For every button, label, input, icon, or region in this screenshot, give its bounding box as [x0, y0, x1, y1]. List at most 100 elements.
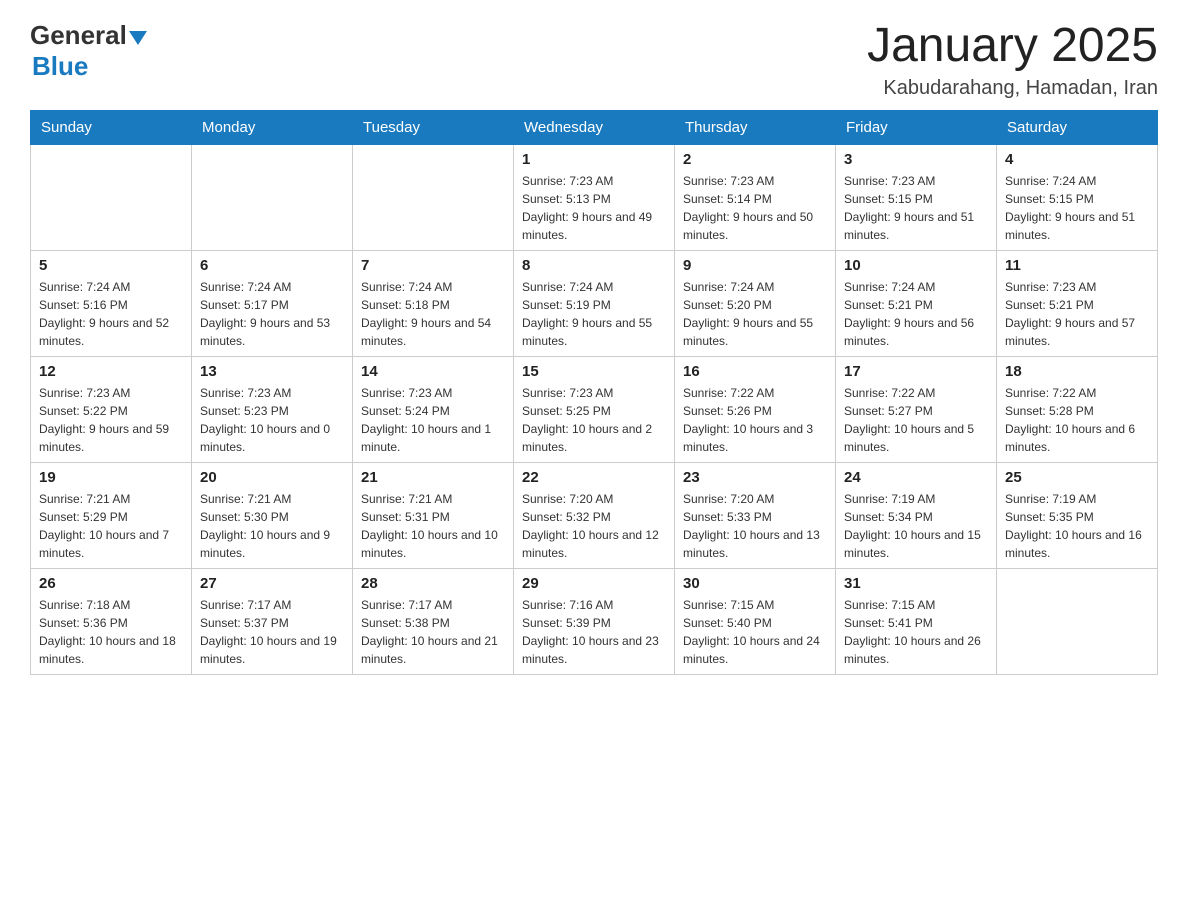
day-number: 17: [844, 363, 988, 380]
page-header: General Blue January 2025 Kabudarahang, …: [30, 20, 1158, 100]
logo-general-text: General: [30, 20, 127, 51]
title-section: January 2025 Kabudarahang, Hamadan, Iran: [867, 20, 1158, 100]
calendar-cell: 16Sunrise: 7:22 AMSunset: 5:26 PMDayligh…: [675, 356, 836, 462]
day-info: Sunrise: 7:17 AMSunset: 5:37 PMDaylight:…: [200, 596, 344, 668]
column-header-sunday: Sunday: [31, 110, 192, 144]
day-number: 20: [200, 469, 344, 486]
calendar-table: SundayMondayTuesdayWednesdayThursdayFrid…: [30, 110, 1158, 675]
logo-blue-text: Blue: [32, 51, 147, 82]
calendar-cell: 18 Sunrise: 7:22 AMSunset: 5:28 PMDayligh…: [997, 356, 1158, 462]
day-info: Sunrise: 7:16 AMSunset: 5:39 PMDaylight:…: [522, 596, 666, 668]
week-row-3: 12 Sunrise: 7:23 AMSunset: 5:22 PMDayligh…: [31, 356, 1158, 462]
day-number: 16: [683, 363, 827, 380]
calendar-cell: [353, 144, 514, 250]
day-info: Sunrise: 7:20 AMSunset: 5:33 PMDaylight:…: [683, 490, 827, 562]
day-info: Sunrise: 7:24 AMSunset: 5:16 PMDaylight:…: [39, 278, 183, 350]
location-subtitle: Kabudarahang, Hamadan, Iran: [867, 77, 1158, 100]
calendar-cell: 11 Sunrise: 7:23 AMSunset: 5:21 PMDayligh…: [997, 250, 1158, 356]
day-info: Sunrise: 7:21 AMSunset: 5:30 PMDaylight:…: [200, 490, 344, 562]
calendar-cell: [31, 144, 192, 250]
calendar-cell: [997, 568, 1158, 674]
day-number: 11: [1005, 257, 1149, 274]
day-number: 7: [361, 257, 505, 274]
day-number: 14: [361, 363, 505, 380]
day-info: Sunrise: 7:22 AMSunset: 5:27 PMDaylight:…: [844, 384, 988, 456]
day-number: 29: [522, 575, 666, 592]
column-header-monday: Monday: [192, 110, 353, 144]
calendar-cell: 14 Sunrise: 7:23 AMSunset: 5:24 PMDayligh…: [353, 356, 514, 462]
column-header-thursday: Thursday: [675, 110, 836, 144]
day-info: Sunrise: 7:23 AMSunset: 5:25 PMDaylight:…: [522, 384, 666, 456]
day-info: Sunrise: 7:24 AMSunset: 5:15 PMDaylight:…: [1005, 172, 1149, 244]
calendar-cell: 7 Sunrise: 7:24 AMSunset: 5:18 PMDaylight…: [353, 250, 514, 356]
day-number: 9: [683, 257, 827, 274]
day-info: Sunrise: 7:23 AMSunset: 5:15 PMDaylight:…: [844, 172, 988, 244]
day-info: Sunrise: 7:23 AMSunset: 5:24 PMDaylight:…: [361, 384, 505, 456]
week-row-4: 19 Sunrise: 7:21 AMSunset: 5:29 PMDayligh…: [31, 462, 1158, 568]
day-info: Sunrise: 7:24 AMSunset: 5:20 PMDaylight:…: [683, 278, 827, 350]
day-number: 3: [844, 151, 988, 168]
calendar-cell: 2Sunrise: 7:23 AMSunset: 5:14 PMDaylight…: [675, 144, 836, 250]
day-info: Sunrise: 7:23 AMSunset: 5:13 PMDaylight:…: [522, 172, 666, 244]
day-info: Sunrise: 7:24 AMSunset: 5:18 PMDaylight:…: [361, 278, 505, 350]
day-info: Sunrise: 7:17 AMSunset: 5:38 PMDaylight:…: [361, 596, 505, 668]
calendar-cell: 12 Sunrise: 7:23 AMSunset: 5:22 PMDayligh…: [31, 356, 192, 462]
day-info: Sunrise: 7:23 AMSunset: 5:21 PMDaylight:…: [1005, 278, 1149, 350]
day-info: Sunrise: 7:23 AMSunset: 5:23 PMDaylight:…: [200, 384, 344, 456]
calendar-cell: 3 Sunrise: 7:23 AMSunset: 5:15 PMDaylight…: [836, 144, 997, 250]
day-number: 6: [200, 257, 344, 274]
calendar-cell: 17 Sunrise: 7:22 AMSunset: 5:27 PMDayligh…: [836, 356, 997, 462]
day-number: 31: [844, 575, 988, 592]
day-info: Sunrise: 7:23 AMSunset: 5:22 PMDaylight:…: [39, 384, 183, 456]
day-info: Sunrise: 7:15 AMSunset: 5:40 PMDaylight:…: [683, 596, 827, 668]
calendar-cell: 15 Sunrise: 7:23 AMSunset: 5:25 PMDayligh…: [514, 356, 675, 462]
calendar-cell: 8Sunrise: 7:24 AMSunset: 5:19 PMDaylight…: [514, 250, 675, 356]
day-info: Sunrise: 7:21 AMSunset: 5:31 PMDaylight:…: [361, 490, 505, 562]
day-number: 22: [522, 469, 666, 486]
day-info: Sunrise: 7:24 AMSunset: 5:17 PMDaylight:…: [200, 278, 344, 350]
day-number: 27: [200, 575, 344, 592]
day-number: 1: [522, 151, 666, 168]
day-info: Sunrise: 7:15 AMSunset: 5:41 PMDaylight:…: [844, 596, 988, 668]
calendar-cell: 30Sunrise: 7:15 AMSunset: 5:40 PMDayligh…: [675, 568, 836, 674]
day-number: 18: [1005, 363, 1149, 380]
logo-triangle-icon: [129, 29, 147, 47]
day-info: Sunrise: 7:24 AMSunset: 5:21 PMDaylight:…: [844, 278, 988, 350]
calendar-cell: 1 Sunrise: 7:23 AMSunset: 5:13 PMDaylight…: [514, 144, 675, 250]
day-info: Sunrise: 7:20 AMSunset: 5:32 PMDaylight:…: [522, 490, 666, 562]
column-header-tuesday: Tuesday: [353, 110, 514, 144]
day-number: 15: [522, 363, 666, 380]
calendar-header-row: SundayMondayTuesdayWednesdayThursdayFrid…: [31, 110, 1158, 144]
day-number: 4: [1005, 151, 1149, 168]
calendar-cell: 25 Sunrise: 7:19 AMSunset: 5:35 PMDayligh…: [997, 462, 1158, 568]
calendar-cell: 28Sunrise: 7:17 AMSunset: 5:38 PMDayligh…: [353, 568, 514, 674]
calendar-cell: 20 Sunrise: 7:21 AMSunset: 5:30 PMDayligh…: [192, 462, 353, 568]
day-info: Sunrise: 7:18 AMSunset: 5:36 PMDaylight:…: [39, 596, 183, 668]
day-number: 25: [1005, 469, 1149, 486]
day-number: 24: [844, 469, 988, 486]
day-info: Sunrise: 7:19 AMSunset: 5:35 PMDaylight:…: [1005, 490, 1149, 562]
day-info: Sunrise: 7:22 AMSunset: 5:28 PMDaylight:…: [1005, 384, 1149, 456]
day-info: Sunrise: 7:19 AMSunset: 5:34 PMDaylight:…: [844, 490, 988, 562]
calendar-cell: 19 Sunrise: 7:21 AMSunset: 5:29 PMDayligh…: [31, 462, 192, 568]
day-number: 21: [361, 469, 505, 486]
column-header-saturday: Saturday: [997, 110, 1158, 144]
calendar-cell: 23Sunrise: 7:20 AMSunset: 5:33 PMDayligh…: [675, 462, 836, 568]
week-row-2: 5Sunrise: 7:24 AMSunset: 5:16 PMDaylight…: [31, 250, 1158, 356]
calendar-cell: 29 Sunrise: 7:16 AMSunset: 5:39 PMDayligh…: [514, 568, 675, 674]
week-row-5: 26Sunrise: 7:18 AMSunset: 5:36 PMDayligh…: [31, 568, 1158, 674]
day-info: Sunrise: 7:24 AMSunset: 5:19 PMDaylight:…: [522, 278, 666, 350]
calendar-cell: 24 Sunrise: 7:19 AMSunset: 5:34 PMDayligh…: [836, 462, 997, 568]
day-number: 10: [844, 257, 988, 274]
column-header-wednesday: Wednesday: [514, 110, 675, 144]
calendar-cell: 27 Sunrise: 7:17 AMSunset: 5:37 PMDayligh…: [192, 568, 353, 674]
calendar-cell: [192, 144, 353, 250]
calendar-cell: 9 Sunrise: 7:24 AMSunset: 5:20 PMDaylight…: [675, 250, 836, 356]
day-number: 19: [39, 469, 183, 486]
logo: General Blue: [30, 20, 147, 82]
day-info: Sunrise: 7:21 AMSunset: 5:29 PMDaylight:…: [39, 490, 183, 562]
calendar-cell: 31 Sunrise: 7:15 AMSunset: 5:41 PMDayligh…: [836, 568, 997, 674]
calendar-cell: 21 Sunrise: 7:21 AMSunset: 5:31 PMDayligh…: [353, 462, 514, 568]
column-header-friday: Friday: [836, 110, 997, 144]
day-number: 12: [39, 363, 183, 380]
